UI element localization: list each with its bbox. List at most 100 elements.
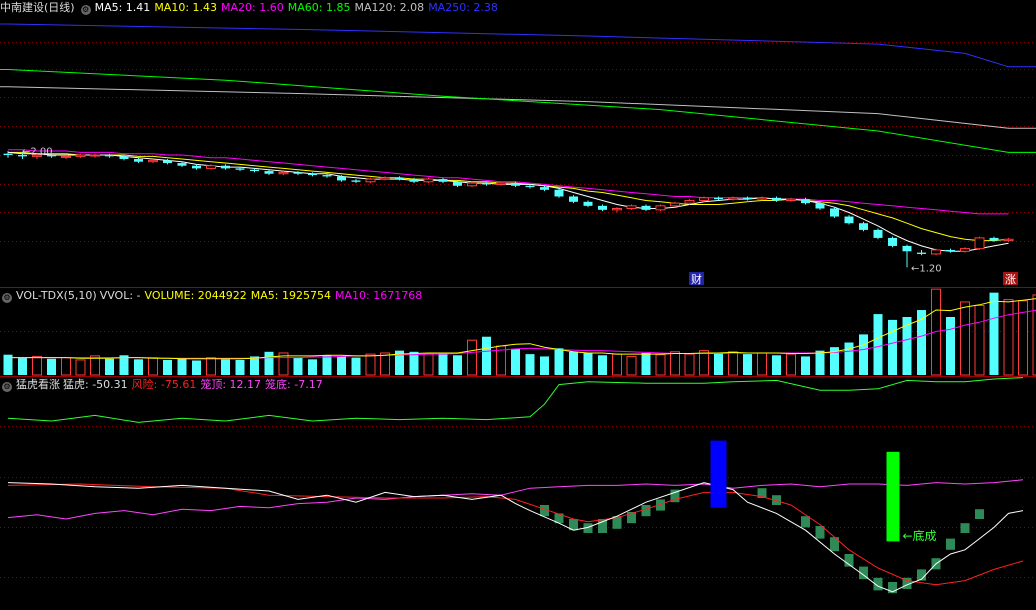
candle[interactable]	[931, 248, 941, 256]
candle[interactable]	[598, 204, 607, 212]
tiger-bar[interactable]	[975, 509, 984, 519]
volume-bar[interactable]	[989, 292, 999, 375]
volume-bar[interactable]	[946, 317, 955, 375]
volume-bar[interactable]	[438, 352, 448, 375]
volume-bar[interactable]	[728, 351, 738, 376]
volume-bar[interactable]	[1003, 299, 1014, 376]
volume-bar[interactable]	[974, 304, 985, 376]
tiger-indicator-panel[interactable]: ←底成	[7, 377, 1024, 594]
candle[interactable]	[830, 207, 839, 218]
volume-bar[interactable]	[511, 348, 520, 375]
candle[interactable]	[888, 236, 897, 248]
candle[interactable]	[844, 215, 854, 225]
candle[interactable]	[946, 248, 955, 253]
volume-bar[interactable]	[684, 353, 695, 376]
candle[interactable]	[960, 247, 970, 253]
volume-bar[interactable]	[105, 358, 114, 375]
settings-gear-icon[interactable]: ⚙	[80, 5, 91, 15]
candle[interactable]	[786, 197, 796, 202]
volume-bar[interactable]	[801, 356, 810, 375]
volume-bar[interactable]	[250, 356, 259, 375]
volume-bar[interactable]	[365, 353, 376, 376]
volume-bar[interactable]	[757, 352, 767, 376]
candle[interactable]	[626, 204, 637, 210]
candle[interactable]	[743, 196, 752, 201]
volume-bar[interactable]	[554, 348, 564, 375]
tiger-bar[interactable]	[801, 516, 810, 528]
volume-bar[interactable]	[699, 350, 709, 376]
volume-bar[interactable]	[235, 359, 245, 375]
candle[interactable]	[974, 236, 985, 250]
limit-up-marker[interactable]: 涨	[1005, 273, 1016, 286]
volume-bar[interactable]	[902, 317, 912, 375]
candle[interactable]	[61, 155, 71, 160]
volume-bar[interactable]	[134, 359, 143, 375]
volume-bar[interactable]	[873, 314, 883, 375]
volume-bar[interactable]	[540, 356, 549, 375]
volume-bar[interactable]	[844, 342, 854, 375]
volume-bar[interactable]	[467, 339, 477, 376]
volume-bar[interactable]	[960, 301, 970, 376]
volume-bar[interactable]	[583, 352, 593, 375]
volume-bar[interactable]	[351, 357, 361, 375]
candle[interactable]	[641, 204, 651, 212]
volume-bar[interactable]	[670, 351, 680, 376]
candle[interactable]	[655, 204, 666, 212]
volume-bar[interactable]	[743, 354, 752, 375]
volume-bar[interactable]	[322, 355, 332, 375]
candle[interactable]	[134, 157, 143, 164]
candle[interactable]	[772, 196, 781, 202]
volume-bar[interactable]	[337, 356, 346, 375]
candle[interactable]	[351, 179, 361, 184]
candle[interactable]	[1003, 237, 1014, 242]
candle[interactable]	[583, 200, 593, 208]
finance-marker[interactable]: 财	[691, 272, 702, 286]
volume-bar[interactable]	[32, 355, 42, 376]
tiger-settings-gear-icon[interactable]: ⚙	[2, 382, 12, 392]
candle[interactable]	[192, 164, 201, 170]
candle[interactable]	[423, 177, 434, 184]
volume-bar[interactable]	[641, 352, 651, 375]
volume-bar[interactable]	[163, 359, 172, 375]
volume-bar[interactable]	[453, 355, 462, 375]
candle[interactable]	[221, 164, 230, 170]
volume-bar[interactable]	[221, 359, 230, 375]
candle[interactable]	[612, 207, 622, 213]
volume-bar[interactable]	[859, 334, 868, 375]
volume-bar[interactable]	[47, 358, 56, 375]
volume-bar[interactable]	[423, 353, 434, 376]
candle[interactable]	[989, 236, 999, 242]
volume-bar[interactable]	[61, 357, 71, 376]
candle[interactable]	[90, 153, 100, 158]
volume-bar[interactable]	[598, 355, 607, 375]
candle[interactable]	[917, 249, 926, 256]
candle[interactable]	[757, 196, 767, 201]
volume-bar[interactable]	[148, 357, 158, 376]
tiger-bar[interactable]	[946, 538, 955, 550]
candle[interactable]	[264, 169, 274, 176]
volume-bar[interactable]	[75, 359, 86, 376]
volume-bar[interactable]	[569, 351, 578, 375]
volume-bar[interactable]	[626, 355, 637, 376]
tiger-bar[interactable]	[960, 523, 970, 533]
candle[interactable]	[873, 228, 883, 240]
volume-bar[interactable]	[119, 355, 129, 375]
stock-chart[interactable]: ←2.00 ←1.20 财 涨 ←底成	[0, 0, 1036, 610]
volume-settings-gear-icon[interactable]: ⚙	[2, 293, 12, 303]
volume-bar[interactable]	[409, 351, 419, 375]
volume-bar[interactable]	[206, 357, 216, 376]
volume-bar[interactable]	[482, 336, 491, 375]
volume-bar[interactable]	[177, 358, 187, 375]
candle[interactable]	[105, 153, 114, 158]
candle[interactable]	[859, 221, 868, 232]
volume-bar[interactable]	[264, 351, 274, 375]
volume-bar[interactable]	[815, 350, 825, 375]
volume-bar[interactable]	[380, 352, 390, 376]
green-signal-block[interactable]	[886, 451, 900, 542]
volume-bar[interactable]	[888, 319, 897, 375]
volume-bar[interactable]	[612, 353, 622, 376]
volume-bar[interactable]	[308, 359, 317, 375]
blue-signal-block[interactable]	[710, 440, 727, 508]
volume-bar[interactable]	[772, 355, 781, 375]
volume-bar[interactable]	[90, 355, 100, 376]
